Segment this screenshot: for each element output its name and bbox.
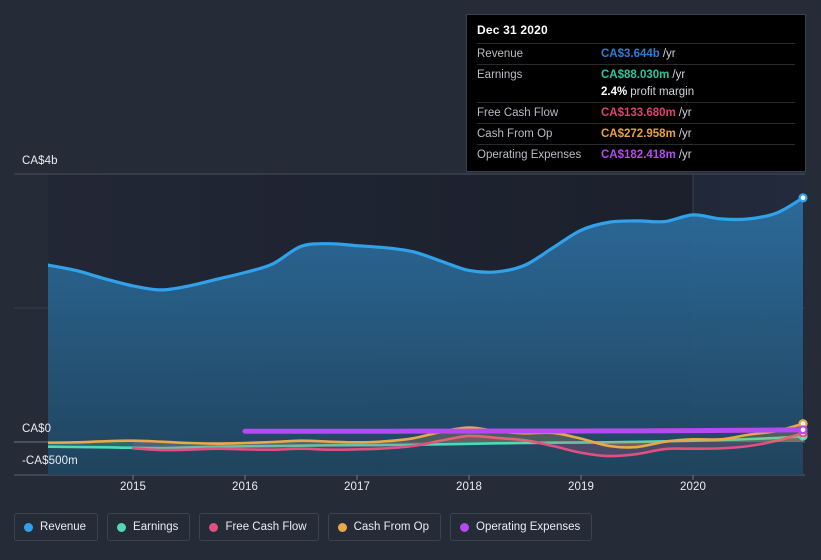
x-axis-label-2015: 2015 <box>120 481 146 493</box>
legend-label-operating-expenses: Operating Expenses <box>476 521 581 533</box>
x-axis-label-2019: 2019 <box>568 481 594 493</box>
tooltip-value-free-cash-flow: CA$133.680m <box>601 107 676 119</box>
x-axis-label-2020: 2020 <box>680 481 706 493</box>
tooltip-value-revenue: CA$3.644b <box>601 48 660 60</box>
chart-legend: Revenue Earnings Free Cash Flow Cash Fro… <box>14 513 593 541</box>
x-axis-label-2017: 2017 <box>344 481 370 493</box>
tooltip-value-operating-expenses: CA$182.418m <box>601 149 676 161</box>
tooltip-unit-profit-margin: profit margin <box>630 86 695 98</box>
legend-dot-icon-free-cash-flow <box>209 522 219 532</box>
tooltip-value-profit-margin: 2.4% <box>601 86 628 98</box>
tooltip-value-earnings: CA$88.030m <box>601 69 670 81</box>
legend-dot-icon-operating-expenses <box>460 522 470 532</box>
y-axis-label-4b: CA$4b <box>22 155 58 167</box>
end-marker-operating-expenses <box>798 425 808 435</box>
tooltip-row-profit-margin: 2.4% profit margin <box>477 85 795 102</box>
legend-dot-icon-revenue <box>24 522 33 532</box>
tooltip-key-operating-expenses: Operating Expenses <box>477 149 582 161</box>
tooltip-unit-free-cash-flow: /yr <box>678 107 692 119</box>
y-axis-label-0: CA$0 <box>22 423 52 435</box>
tooltip-value-cash-from-op: CA$272.958m <box>601 128 676 140</box>
x-axis-label-2016: 2016 <box>232 481 258 493</box>
legend-label-earnings: Earnings <box>133 521 179 533</box>
end-marker-revenue <box>798 193 808 203</box>
legend-item-revenue[interactable]: Revenue <box>14 513 99 541</box>
x-axis-ticks <box>132 475 694 480</box>
tooltip-row-earnings: Earnings CA$88.030m /yr <box>477 64 795 85</box>
tooltip-key-earnings: Earnings <box>477 69 523 81</box>
tooltip-key-cash-from-op: Cash From Op <box>477 128 553 140</box>
legend-item-free-cash-flow[interactable]: Free Cash Flow <box>199 513 319 541</box>
tooltip-unit-cash-from-op: /yr <box>678 128 692 140</box>
legend-dot-icon-earnings <box>117 522 127 532</box>
tooltip-key-free-cash-flow: Free Cash Flow <box>477 107 559 119</box>
tooltip-row-operating-expenses: Operating Expenses CA$182.418m /yr <box>477 144 795 165</box>
legend-label-free-cash-flow: Free Cash Flow <box>225 521 307 533</box>
series-line-operating-expenses <box>242 427 805 434</box>
x-axis-label-2018: 2018 <box>456 481 482 493</box>
tooltip-unit-earnings: /yr <box>672 69 686 81</box>
legend-item-operating-expenses[interactable]: Operating Expenses <box>450 513 593 541</box>
tooltip-row-revenue: Revenue CA$3.644b /yr <box>477 43 795 64</box>
tooltip-key-revenue: Revenue <box>477 48 524 60</box>
data-point-tooltip: Dec 31 2020 Revenue CA$3.644b /yr Earnin… <box>466 14 806 172</box>
tooltip-unit-revenue: /yr <box>662 48 676 60</box>
tooltip-row-free-cash-flow: Free Cash Flow CA$133.680m /yr <box>477 102 795 123</box>
tooltip-unit-operating-expenses: /yr <box>678 149 692 161</box>
legend-label-cash-from-op: Cash From Op <box>353 521 430 533</box>
financial-performance-chart: CA$4b CA$0 -CA$500m 2015 2016 2017 2018 … <box>0 0 821 560</box>
legend-item-cash-from-op[interactable]: Cash From Op <box>327 513 442 541</box>
legend-item-earnings[interactable]: Earnings <box>107 513 191 541</box>
legend-dot-icon-cash-from-op <box>337 522 347 532</box>
tooltip-row-cash-from-op: Cash From Op CA$272.958m /yr <box>477 123 795 144</box>
legend-label-revenue: Revenue <box>40 521 87 533</box>
y-axis-label-neg500m: -CA$500m <box>22 455 78 467</box>
tooltip-date: Dec 31 2020 <box>477 23 548 37</box>
